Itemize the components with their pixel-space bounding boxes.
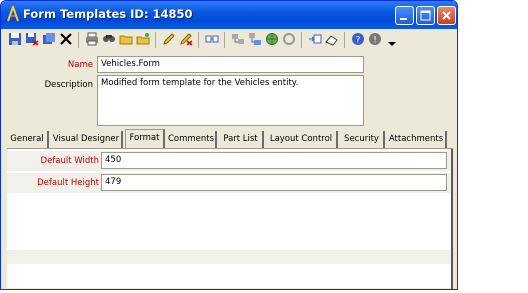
default-height-label: Default Height [37, 178, 99, 188]
tab-attachments[interactable]: Attachments [387, 131, 447, 148]
default-width-label: Default Width [40, 156, 99, 166]
panel-border [451, 149, 453, 289]
description-label: Description [44, 80, 93, 90]
tab-format[interactable]: Format [125, 129, 165, 149]
close-button[interactable] [437, 6, 456, 25]
save-close-icon[interactable] [25, 32, 39, 46]
delete-icon[interactable] [59, 32, 73, 46]
default-height-field[interactable]: 479 [101, 174, 447, 191]
copy-record-icon[interactable] [42, 32, 56, 46]
toolbar-separator [224, 32, 225, 48]
form-body: Name Vehicles.Form Description Modified … [3, 51, 455, 289]
tab-security[interactable]: Security [340, 131, 385, 148]
add-item-icon[interactable] [308, 32, 322, 46]
name-label: Name [67, 60, 93, 70]
name-field[interactable]: Vehicles.Form [97, 56, 364, 73]
toolbar: ? ! [3, 29, 455, 52]
related-icon[interactable] [231, 32, 245, 46]
tab-general[interactable]: General [7, 131, 49, 148]
hierarchy-icon[interactable] [248, 32, 262, 46]
edit-icon[interactable] [162, 32, 176, 46]
refresh-icon[interactable] [282, 32, 296, 46]
table-row [7, 250, 451, 264]
form-templates-window: Form Templates ID: 14850 ? ! Name Vehicl… [0, 0, 458, 290]
toolbar-separator [344, 32, 345, 48]
toolbar-separator [198, 32, 199, 48]
close-icon [442, 11, 451, 20]
maximize-icon [420, 10, 431, 21]
format-tab-panel: Default Width 450 Default Height 479 [7, 148, 453, 289]
link-icon[interactable] [205, 32, 219, 46]
tab-layout-control[interactable]: Layout Control [266, 131, 338, 148]
dropdown-arrow-icon[interactable] [385, 32, 399, 46]
print-icon[interactable] [85, 32, 99, 46]
find-icon[interactable] [102, 32, 116, 46]
svg-text:?: ? [356, 36, 361, 46]
window-title: Form Templates ID: 14850 [23, 7, 193, 21]
tab-strip: General Visual Designer Format Comments … [7, 129, 453, 149]
tab-part-list[interactable]: Part List [219, 131, 264, 148]
open-folder-icon[interactable] [119, 32, 133, 46]
title-bar[interactable]: Form Templates ID: 14850 [1, 1, 457, 29]
undo-icon[interactable] [179, 32, 193, 46]
maximize-button[interactable] [416, 6, 435, 25]
help-icon[interactable]: ? [351, 32, 365, 46]
info-icon[interactable]: ! [368, 32, 382, 46]
eraser-icon[interactable] [325, 32, 339, 46]
description-field[interactable]: Modified form template for the Vehicles … [97, 75, 364, 126]
minimize-icon [400, 18, 407, 20]
tab-comments[interactable]: Comments [167, 131, 217, 148]
default-width-field[interactable]: 450 [101, 152, 447, 169]
web-icon[interactable] [265, 32, 279, 46]
app-logo-icon [7, 6, 19, 22]
toolbar-separator [78, 32, 79, 48]
save-icon[interactable] [8, 32, 22, 46]
toolbar-separator [301, 32, 302, 48]
toolbar-separator [155, 32, 156, 48]
minimize-button[interactable] [395, 6, 414, 25]
tab-visual-designer[interactable]: Visual Designer [51, 131, 123, 148]
svg-text:!: ! [373, 36, 377, 46]
new-folder-icon[interactable] [136, 32, 150, 46]
